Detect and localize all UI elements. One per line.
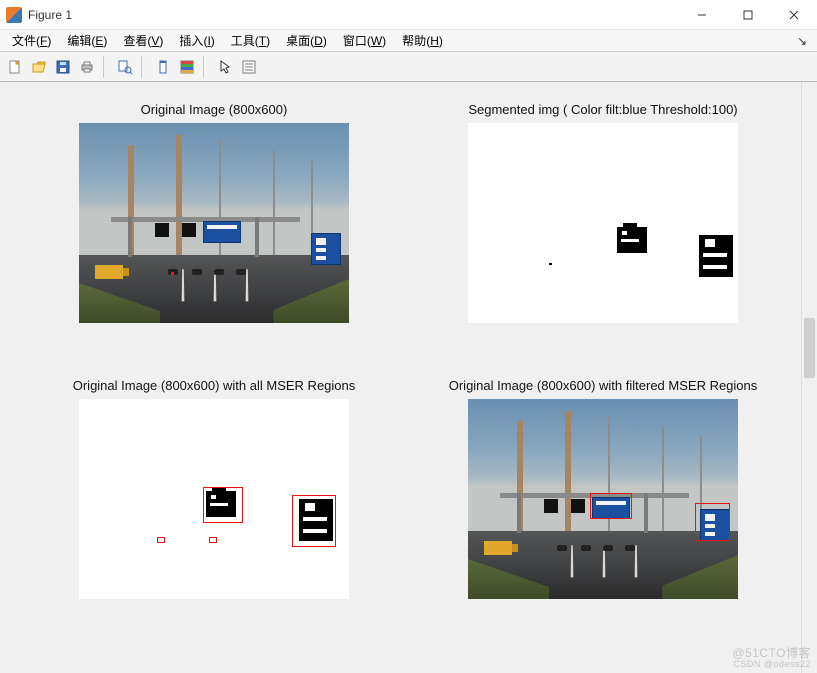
menu-tools[interactable]: 工具(T): [223, 30, 278, 51]
open-folder-icon[interactable]: [28, 56, 50, 78]
toolbar-separator: [141, 56, 147, 78]
watermark: @51CTO博客 CSDN @odess22: [732, 644, 811, 669]
vertical-scrollbar[interactable]: [801, 82, 817, 673]
watermark-line2: CSDN @odess22: [732, 659, 811, 669]
menu-help[interactable]: 帮助(H): [394, 30, 451, 51]
subplot-2-title: Segmented img ( Color filt:blue Threshol…: [468, 102, 737, 117]
yellow-truck: [95, 265, 123, 279]
colorbar-icon[interactable]: [176, 56, 198, 78]
new-file-icon[interactable]: [4, 56, 26, 78]
noise-speck: [549, 263, 552, 265]
subplot-1: Original Image (800x600): [29, 102, 400, 323]
mser-bbox: [209, 537, 217, 543]
subplot-1-axes[interactable]: [79, 123, 349, 323]
subplot-3-axes[interactable]: [79, 399, 349, 599]
menu-view[interactable]: 查看(V): [115, 30, 171, 51]
toolbar-separator: [203, 56, 209, 78]
subplot-4-axes[interactable]: [468, 399, 738, 599]
scrollbar-thumb[interactable]: [804, 318, 815, 378]
pointer-icon[interactable]: [214, 56, 236, 78]
subplot-4: Original Image (800x600) with filtered M…: [418, 378, 789, 599]
segmented-region-1: [617, 227, 647, 253]
highway-photo: [79, 123, 349, 323]
menu-window[interactable]: 窗口(W): [335, 30, 394, 51]
menu-edit[interactable]: 编辑(E): [59, 30, 115, 51]
mser-bbox: [157, 537, 165, 543]
menu-insert[interactable]: 插入(I): [171, 30, 222, 51]
window-controls: [679, 0, 817, 30]
segmented-region-2: [699, 235, 733, 277]
subplot-4-title: Original Image (800x600) with filtered M…: [449, 378, 758, 393]
subplot-1-title: Original Image (800x600): [141, 102, 288, 117]
subplot-3-title: Original Image (800x600) with all MSER R…: [73, 378, 356, 393]
menu-desktop[interactable]: 桌面(D): [278, 30, 335, 51]
subplot-2-axes[interactable]: [468, 123, 738, 323]
data-cursor-icon[interactable]: [114, 56, 136, 78]
print-icon[interactable]: [76, 56, 98, 78]
subplot-2: Segmented img ( Color filt:blue Threshol…: [418, 102, 789, 323]
subplot-3: Original Image (800x600) with all MSER R…: [29, 378, 400, 599]
overhead-blue-sign: [203, 221, 241, 243]
mser-bbox: [203, 487, 243, 523]
minimize-button[interactable]: [679, 0, 725, 30]
mser-bbox: [292, 495, 336, 547]
property-editor-icon[interactable]: [238, 56, 260, 78]
link-axes-icon[interactable]: [152, 56, 174, 78]
subplot-grid: Original Image (800x600): [29, 102, 789, 599]
maximize-button[interactable]: [725, 0, 771, 30]
menu-bar: 文件(F) 编辑(E) 查看(V) 插入(I) 工具(T) 桌面(D) 窗口(W…: [0, 30, 817, 52]
save-icon[interactable]: [52, 56, 74, 78]
figure-canvas: Original Image (800x600): [0, 82, 817, 673]
figure-toolbar: [0, 52, 817, 82]
matlab-app-icon: [6, 7, 22, 23]
menu-file[interactable]: 文件(F): [4, 30, 59, 51]
menu-dock-arrow-icon[interactable]: ↘: [797, 34, 813, 48]
close-button[interactable]: [771, 0, 817, 30]
filtered-mser-bbox: [590, 493, 632, 519]
watermark-line1: @51CTO博客: [732, 646, 811, 660]
window-title: Figure 1: [28, 8, 72, 22]
title-bar: Figure 1: [0, 0, 817, 30]
toolbar-separator: [103, 56, 109, 78]
roadside-blue-sign: [311, 233, 341, 265]
filtered-mser-bbox: [695, 503, 730, 541]
